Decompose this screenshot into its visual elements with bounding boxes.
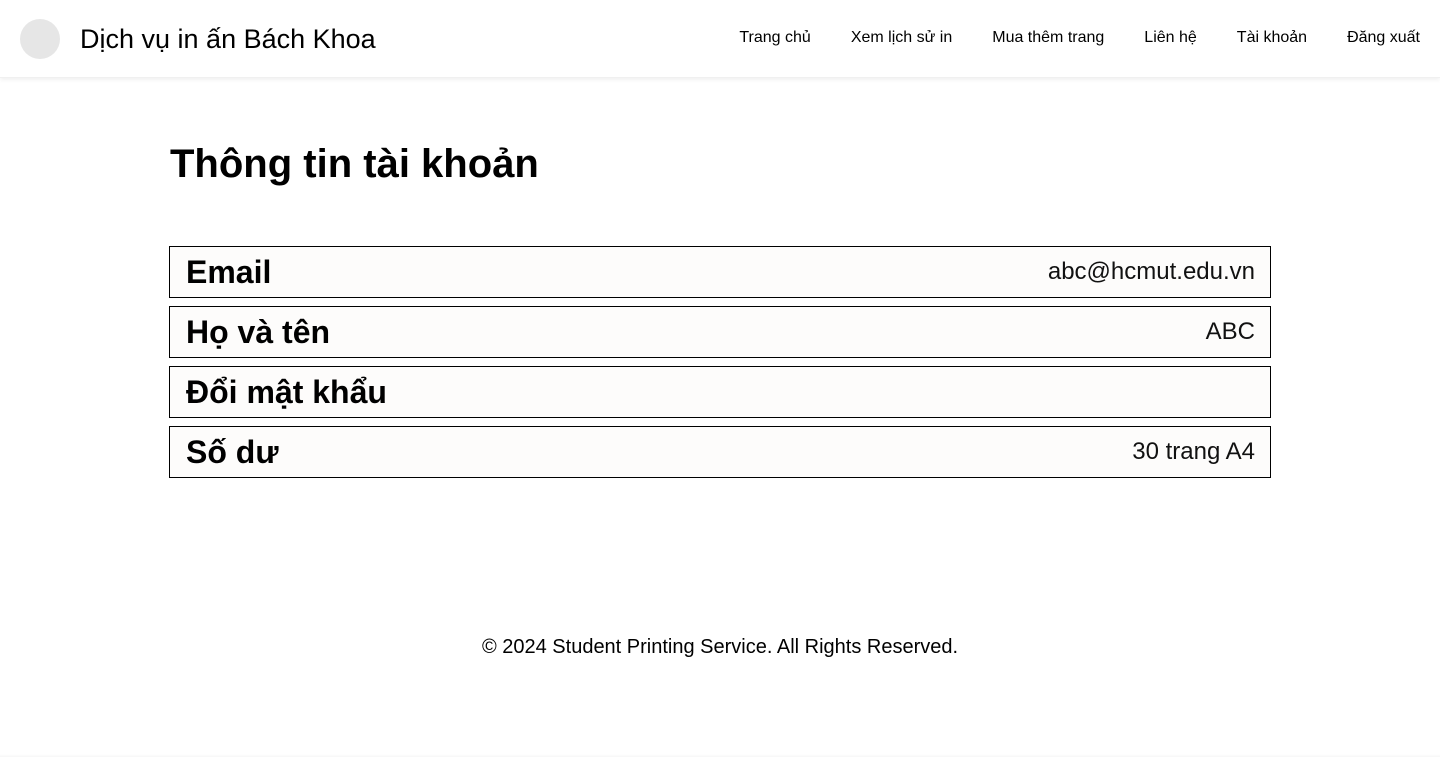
full-name-label: Họ và tên	[186, 314, 331, 350]
email-label: Email	[186, 254, 272, 290]
change-password-label: Đổi mật khẩu	[186, 374, 387, 410]
nav-item-home[interactable]: Trang chủ	[739, 28, 810, 48]
balance-label: Số dư	[186, 434, 279, 470]
account-row-email: Email abc@hcmut.edu.vn	[169, 246, 1271, 298]
change-password-button[interactable]: Đổi mật khẩu	[169, 366, 1271, 418]
main-nav: Trang chủ Xem lịch sử in Mua thêm trang …	[739, 28, 1420, 48]
account-info-list: Email abc@hcmut.edu.vn Họ và tên ABC Đổi…	[169, 246, 1271, 486]
footer-copyright: © 2024 Student Printing Service. All Rig…	[481, 636, 959, 658]
account-row-balance: Số dư 30 trang A4	[169, 426, 1271, 478]
nav-item-buy-pages[interactable]: Mua thêm trang	[992, 28, 1104, 48]
full-name-value: ABC	[1205, 318, 1255, 345]
nav-item-account[interactable]: Tài khoản	[1237, 28, 1307, 48]
nav-item-contact[interactable]: Liên hệ	[1144, 28, 1197, 48]
site-brand[interactable]: Dịch vụ in ấn Bách Khoa	[80, 22, 376, 56]
nav-item-print-history[interactable]: Xem lịch sử in	[851, 28, 952, 48]
logo-placeholder-icon[interactable]	[20, 19, 60, 59]
page-title: Thông tin tài khoản	[170, 142, 539, 186]
site-header: Dịch vụ in ấn Bách Khoa Trang chủ Xem lị…	[0, 0, 1440, 78]
account-row-full-name: Họ và tên ABC	[169, 306, 1271, 358]
nav-item-logout[interactable]: Đăng xuất	[1347, 28, 1420, 48]
email-value: abc@hcmut.edu.vn	[1047, 258, 1255, 285]
balance-value: 30 trang A4	[1132, 438, 1255, 465]
